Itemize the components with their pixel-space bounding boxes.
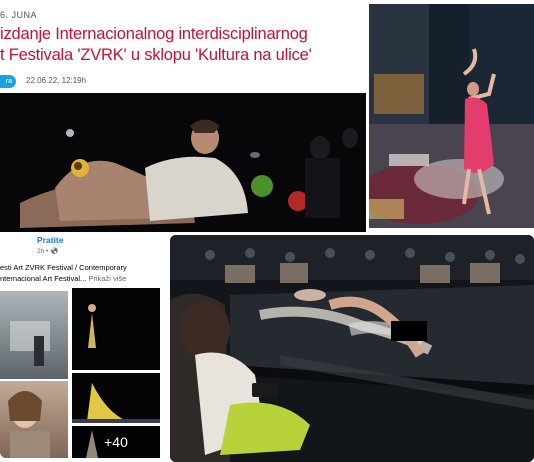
article-headline[interactable]: izdanje Internacionalnog interdisciplina… (0, 24, 364, 66)
post-photo-4-art (72, 383, 160, 423)
post-text-line-2-content: nternacional Art Festival... (0, 274, 87, 283)
headline-line-2: t Festivala 'ZVRK' u sklopu 'Kultura na … (0, 46, 312, 64)
stage-photo[interactable] (369, 4, 534, 228)
audience-photo[interactable] (170, 235, 534, 462)
see-more-link[interactable]: Prikaži više (88, 274, 126, 283)
post-text-line-1: esti Art ZVRK Festival / Contemporary (0, 263, 127, 272)
post-photo-2-art (88, 304, 96, 348)
performance-photo-art (0, 93, 366, 232)
article-timestamp: 22.06.22, 12:19h (26, 76, 87, 85)
facebook-post-panel: Pratite 2h • 🌎︎ esti Art ZVRK Festival /… (0, 233, 166, 458)
post-photo-4[interactable] (72, 373, 160, 423)
censor-bar (391, 321, 427, 341)
article-date: 6. JUNA (0, 10, 38, 20)
news-article-panel: 6. JUNA izdanje Internacionalnog interdi… (0, 0, 366, 232)
headline-line-1: izdanje Internacionalnog interdisciplina… (0, 25, 308, 43)
audience-photo-art (170, 235, 534, 462)
post-photo-5[interactable]: +40 (72, 426, 160, 458)
post-time: 2h • 🌎︎ (37, 247, 58, 255)
more-photos-count[interactable]: +40 (72, 426, 160, 458)
post-photo-2[interactable] (72, 288, 160, 370)
post-time-value: 2h (37, 248, 45, 255)
post-photo-3[interactable] (0, 381, 68, 458)
post-text-line-2: nternacional Art Festival... Prikaži viš… (0, 274, 126, 283)
post-photo-1[interactable] (0, 291, 68, 379)
follow-link[interactable]: Pratite (37, 235, 63, 245)
stage-photo-art (369, 4, 534, 228)
globe-icon: • 🌎︎ (46, 248, 59, 255)
post-photo-3-art (8, 391, 50, 458)
performance-photo[interactable] (0, 93, 366, 232)
category-badge[interactable]: ra (0, 75, 16, 88)
post-photo-1-art (10, 321, 50, 366)
